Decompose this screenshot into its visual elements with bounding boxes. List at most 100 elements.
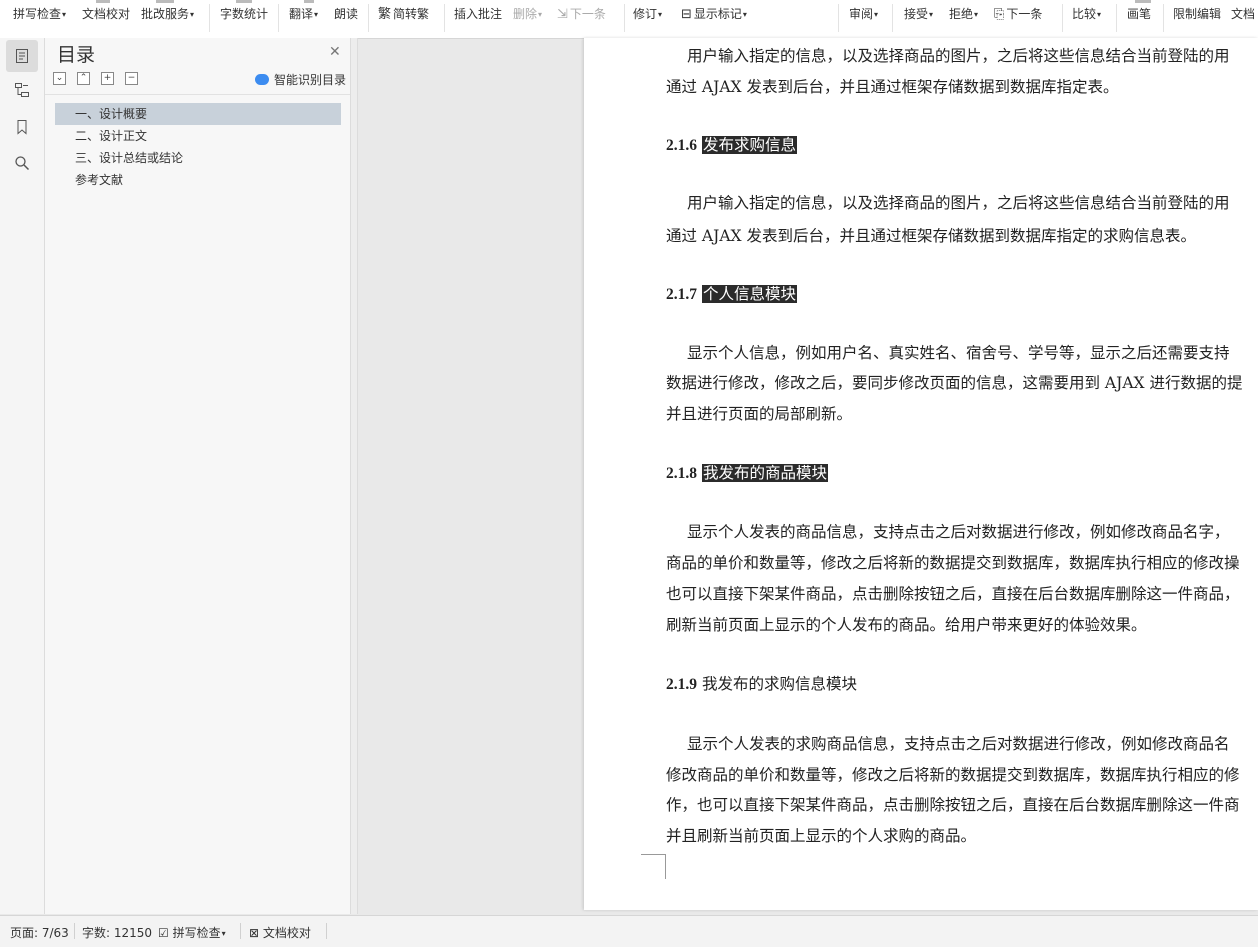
revise-service-button[interactable]: 批改服务▾	[141, 6, 194, 23]
toolbar-divider	[444, 4, 445, 32]
chevron-down-icon: ▾	[874, 10, 879, 19]
toc-pane-divider	[45, 94, 350, 95]
chevron-down-icon: ⌄	[55, 73, 64, 83]
smart-toc-label: 智能识别目录	[274, 73, 347, 87]
toc-item-design-body[interactable]: 二、设计正文	[55, 125, 341, 147]
heading-2-1-7: 2.1.7 个人信息模块	[666, 285, 797, 303]
chevron-up-icon: ⌃	[79, 73, 88, 83]
paragraph-line: 通过 AJAX 发表到后台，并且通过框架存储数据到数据库指定的求购信息表。	[666, 227, 1196, 245]
word-count-indicator[interactable]: 字数: 12150	[82, 924, 152, 941]
traditional-chinese-icon: 繁	[378, 7, 392, 22]
search-panel-button[interactable]	[6, 147, 38, 179]
simp-trad-button[interactable]: 繁简转繁	[378, 6, 429, 23]
toolbar-icon-stub	[96, 0, 110, 3]
chevron-down-icon: ▾	[62, 10, 67, 19]
paragraph-line: 显示个人发表的商品信息，支持点击之后对数据进行修改，例如修改商品名字，	[687, 523, 1230, 541]
chevron-down-icon: ▾	[314, 10, 319, 19]
document-outline-icon	[16, 49, 28, 63]
expand-up-button[interactable]: ⌃	[77, 72, 90, 85]
toolbar-divider	[1163, 4, 1164, 32]
chevron-down-icon: ▾	[190, 10, 195, 19]
toc-pane: 目录 ✕ ⌄ ⌃ + − 智能识别目录 一、设计概要 二、设计正文 三、设计总结…	[45, 38, 351, 914]
smart-toc-button[interactable]: 智能识别目录	[255, 71, 346, 88]
heading-2-1-9: 2.1.9 我发布的求购信息模块	[666, 675, 857, 693]
toc-panel-button[interactable]	[6, 40, 38, 72]
toc-item-design-conclusion[interactable]: 三、设计总结或结论	[55, 147, 341, 169]
reject-button[interactable]: 拒绝▾	[949, 6, 978, 23]
paragraph-line: 显示个人信息，例如用户名、真实姓名、宿舍号、学号等，显示之后还需要支持	[687, 344, 1230, 362]
pane-splitter[interactable]	[351, 38, 358, 914]
toolbar-divider	[892, 4, 893, 32]
tree-structure-icon	[15, 83, 29, 97]
heading-2-1-6: 2.1.6 发布求购信息	[666, 136, 797, 154]
status-divider	[240, 923, 241, 939]
insert-comment-button[interactable]: 插入批注	[454, 6, 502, 22]
show-markup-button[interactable]: ⊟ 显示标记▾	[681, 6, 747, 23]
accept-button[interactable]: 接受▾	[904, 6, 933, 23]
paragraph-line: 用户输入指定的信息，以及选择商品的图片，之后将这些信息结合当前登陆的用	[687, 47, 1230, 65]
review-toolbar: 拼写检查▾ 文档校对 批改服务▾ 字数统计 翻译▾ 朗读 繁简转繁 插入批注 删…	[0, 0, 1258, 39]
paragraph-line: 通过 AJAX 发表到后台，并且通过框架存储数据到数据库指定表。	[666, 78, 1119, 96]
markup-icon: ⊟	[681, 7, 692, 22]
translate-button[interactable]: 翻译▾	[289, 6, 318, 23]
remove-heading-button[interactable]: −	[125, 72, 138, 85]
toolbar-icon-stub	[304, 0, 314, 3]
toolbar-divider	[278, 4, 279, 32]
ink-button[interactable]: 画笔	[1127, 6, 1151, 22]
paragraph-line: 也可以直接下架某件商品，点击删除按钮之后，直接在后台数据库删除这一件商品，	[666, 585, 1240, 603]
paragraph-line: 商品的单价和数量等，修改之后将新的数据提交到数据库，数据库执行相应的修改操	[666, 554, 1240, 572]
next-change-button[interactable]: ⎘ 下一条	[994, 6, 1042, 23]
word-count-button[interactable]: 字数统计	[220, 6, 268, 22]
paragraph-line: 刷新当前页面上显示的个人发布的商品。给用户带来更好的体验效果。	[666, 616, 1147, 634]
toolbar-divider	[838, 4, 839, 32]
next-comment-button[interactable]: ⇲ 下一条	[557, 6, 606, 23]
chevron-down-icon: ▾	[929, 10, 934, 19]
doc-proof-button[interactable]: 文档校对	[82, 6, 130, 22]
next-comment-icon: ⇲	[557, 7, 568, 22]
review-button[interactable]: 审阅▾	[849, 6, 878, 23]
chevron-down-icon: ▾	[221, 929, 226, 938]
paragraph-line: 并且刷新当前页面上显示的个人求购的商品。	[666, 827, 977, 845]
page-indicator[interactable]: 页面: 7/63	[10, 924, 69, 941]
bookmark-panel-button[interactable]	[6, 111, 38, 143]
smart-recognition-icon	[255, 74, 269, 85]
chevron-down-icon: ▾	[742, 10, 747, 19]
paragraph-line: 修改商品的单价和数量等，修改之后将新的数据提交到数据库，数据库执行相应的修	[666, 766, 1240, 784]
delete-comment-button[interactable]: 删除▾	[513, 6, 542, 23]
add-heading-button[interactable]: +	[101, 72, 114, 85]
chevron-down-icon: ▾	[538, 10, 543, 19]
paragraph-line: 数据进行修改，修改之后，要同步修改页面的信息，这需要用到 AJAX 进行数据的提	[666, 374, 1243, 392]
toolbar-divider	[624, 4, 625, 32]
toolbar-icon-stub	[156, 0, 174, 3]
spell-check-button[interactable]: 拼写检查▾	[13, 6, 66, 23]
track-changes-button[interactable]: 修订▾	[633, 6, 662, 23]
compare-button[interactable]: 比较▾	[1072, 6, 1101, 23]
document-page[interactable]: 用户输入指定的信息，以及选择商品的图片，之后将这些信息结合当前登陆的用 通过 A…	[584, 38, 1258, 910]
toolbar-icon-stub	[236, 0, 252, 3]
chevron-down-icon: ▾	[974, 10, 979, 19]
chevron-down-icon: ▾	[658, 10, 663, 19]
paragraph-line: 作，也可以直接下架某件商品，点击删除按钮之后，直接在后台数据库删除这一件商	[666, 796, 1240, 814]
checkbox-icon: ☑	[158, 926, 169, 940]
plus-icon: +	[103, 73, 112, 83]
next-change-icon: ⎘	[994, 7, 1005, 22]
search-icon	[15, 156, 30, 171]
status-divider	[74, 923, 75, 939]
toc-item-references[interactable]: 参考文献	[55, 169, 341, 191]
toc-item-design-overview[interactable]: 一、设计概要	[55, 103, 341, 125]
status-divider	[326, 923, 327, 939]
chevron-down-icon: ▾	[1097, 10, 1102, 19]
paragraph-line: 并且进行页面的局部刷新。	[666, 405, 853, 423]
close-icon[interactable]: ✕	[329, 44, 341, 60]
margin-corner-mark	[641, 854, 666, 879]
doc-more-button[interactable]: 文档	[1231, 6, 1255, 22]
side-rail	[0, 38, 45, 914]
read-aloud-button[interactable]: 朗读	[334, 6, 358, 22]
collapse-all-button[interactable]: ⌄	[53, 72, 66, 85]
restrict-edit-button[interactable]: 限制编辑	[1173, 6, 1221, 22]
proof-icon: ⊠	[249, 926, 260, 940]
status-spell-check-button[interactable]: ☑ 拼写检查▾	[158, 924, 226, 941]
status-doc-proof-button[interactable]: ⊠ 文档校对	[249, 924, 311, 941]
status-bar: 页面: 7/63 字数: 12150 ☑ 拼写检查▾ ⊠ 文档校对	[0, 915, 1258, 947]
structure-panel-button[interactable]	[6, 74, 38, 106]
